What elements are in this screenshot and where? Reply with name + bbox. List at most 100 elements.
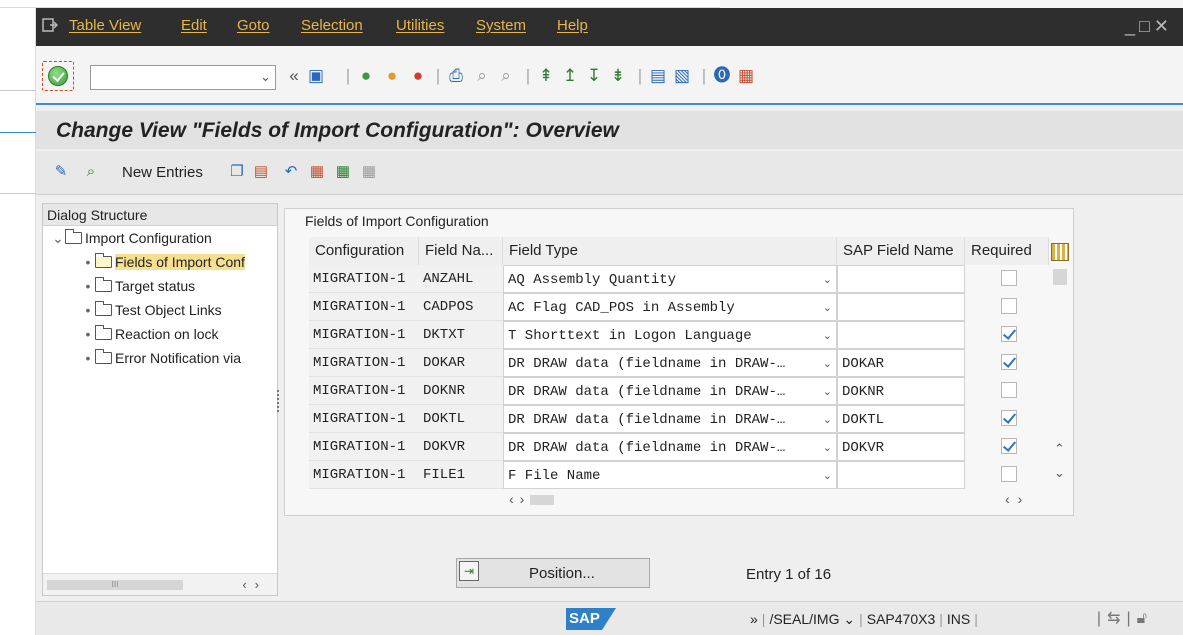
unlock-icon[interactable]: 🔓︎: [1137, 610, 1153, 627]
next-page-icon[interactable]: ↧: [584, 66, 604, 86]
menu-help[interactable]: Help: [557, 17, 588, 34]
maximize-icon[interactable]: □: [1139, 16, 1154, 36]
menu-edit[interactable]: Edit: [181, 17, 207, 34]
sap-field-name-input[interactable]: DOKAR: [837, 349, 965, 377]
command-field[interactable]: ⌄: [90, 65, 276, 90]
minimize-icon[interactable]: _: [1125, 16, 1139, 36]
table-row[interactable]: MIGRATION-1 DOKNR DR DRAW data (fieldname …: [309, 377, 1049, 405]
chevron-down-icon[interactable]: ⌄: [823, 350, 832, 376]
required-checkbox[interactable]: [1001, 326, 1017, 342]
chevron-down-icon[interactable]: ⌄: [823, 294, 832, 320]
required-checkbox[interactable]: [1001, 438, 1017, 454]
sap-field-name-input[interactable]: [837, 265, 965, 293]
column-header-sap-field-name[interactable]: SAP Field Name: [837, 237, 965, 265]
field-type-select[interactable]: DR DRAW data (fieldname in DRAW-… ⌄: [503, 377, 837, 405]
menu-utilities[interactable]: Utilities: [396, 17, 444, 34]
undo-icon[interactable]: ↶: [282, 163, 300, 181]
splitter-handle[interactable]: [276, 388, 280, 418]
menu-goto[interactable]: Goto: [237, 17, 270, 34]
chevron-down-icon[interactable]: ⌄: [260, 69, 271, 85]
table-row[interactable]: MIGRATION-1 CADPOS AC Flag CAD_POS in Asse…: [309, 293, 1049, 321]
sap-field-name-input[interactable]: DOKNR: [837, 377, 965, 405]
menu-system[interactable]: System: [476, 17, 526, 34]
last-page-icon[interactable]: ⇟: [608, 66, 628, 86]
tree-node-reaction-on-lock[interactable]: • Reaction on lock: [81, 325, 219, 348]
display-other-icon[interactable]: ⌕: [82, 163, 100, 181]
scrollbar-thumb[interactable]: [1053, 269, 1067, 285]
sap-field-name-input[interactable]: [837, 461, 965, 489]
scrollbar-thumb[interactable]: III: [47, 580, 183, 590]
table-settings-icon[interactable]: [1051, 243, 1069, 261]
new-session-icon[interactable]: ▤: [648, 66, 668, 86]
field-type-select[interactable]: AQ Assembly Quantity ⌄: [503, 265, 837, 293]
chevron-down-icon[interactable]: ⌄: [823, 378, 832, 404]
input-mode[interactable]: INS: [947, 611, 970, 627]
dialog-horizontal-scrollbar[interactable]: III ‹›: [43, 573, 277, 595]
tree-node-target-status[interactable]: • Target status: [81, 277, 195, 300]
layout-icon[interactable]: ⇆: [1107, 610, 1126, 627]
back-icon[interactable]: ●: [356, 66, 376, 86]
field-type-select[interactable]: T Shorttext in Logon Language ⌄: [503, 321, 837, 349]
required-checkbox[interactable]: [1001, 298, 1017, 314]
required-checkbox[interactable]: [1001, 354, 1017, 370]
required-checkbox[interactable]: [1001, 466, 1017, 482]
table-row[interactable]: MIGRATION-1 ANZAHL AQ Assembly Quantity ⌄: [309, 265, 1049, 293]
column-header-field-name[interactable]: Field Na...: [419, 237, 503, 265]
chevron-down-icon[interactable]: ⌄: [823, 434, 832, 460]
table-row[interactable]: MIGRATION-1 DOKTL DR DRAW data (fieldname …: [309, 405, 1049, 433]
chevron-down-icon[interactable]: ⌄: [843, 611, 855, 627]
deselect-all-icon[interactable]: ▦: [360, 163, 378, 181]
menu-selection[interactable]: Selection: [301, 17, 363, 34]
menu-table-view[interactable]: Table View: [69, 17, 141, 34]
sap-field-name-input[interactable]: DOKVR: [837, 433, 965, 461]
required-checkbox[interactable]: [1001, 410, 1017, 426]
help-icon[interactable]: ⓿: [712, 66, 732, 86]
close-icon[interactable]: ✕: [1154, 16, 1173, 36]
column-header-field-type[interactable]: Field Type: [503, 237, 837, 265]
chevron-down-icon[interactable]: ⌄: [823, 462, 832, 488]
table-row[interactable]: MIGRATION-1 DOKAR DR DRAW data (fieldname …: [309, 349, 1049, 377]
table-horizontal-scrollbar[interactable]: ‹›: [509, 491, 555, 507]
select-all-icon[interactable]: ▦: [308, 163, 326, 181]
exit-icon[interactable]: ●: [382, 66, 402, 86]
previous-page-icon[interactable]: ↥: [560, 66, 580, 86]
sap-field-name-input[interactable]: [837, 321, 965, 349]
tree-node-fields-of-import[interactable]: • Fields of Import Conf: [81, 253, 245, 276]
sap-field-name-input[interactable]: DOKTL: [837, 405, 965, 433]
field-type-select[interactable]: F File Name ⌄: [503, 461, 837, 489]
transaction-code[interactable]: /SEAL/IMG: [769, 611, 839, 627]
field-type-select[interactable]: AC Flag CAD_POS in Assembly ⌄: [503, 293, 837, 321]
display-change-icon[interactable]: ✎: [52, 163, 70, 181]
new-entries-button[interactable]: New Entries: [122, 164, 203, 181]
column-header-required[interactable]: Required: [965, 237, 1049, 265]
required-checkbox[interactable]: [1001, 382, 1017, 398]
chevron-down-icon[interactable]: ⌄: [51, 230, 65, 247]
cancel-icon[interactable]: ●: [408, 66, 428, 86]
scrollbar-thumb[interactable]: [530, 495, 555, 506]
scroll-up-icon[interactable]: ⌃: [1054, 441, 1065, 457]
shortcut-icon[interactable]: ▧: [672, 66, 692, 86]
position-button[interactable]: ⇥ Position...: [456, 558, 650, 588]
customize-layout-icon[interactable]: ▦: [736, 66, 756, 86]
find-next-icon[interactable]: ⌕: [496, 66, 516, 86]
table-vertical-scrollbar[interactable]: ⌃ ⌄: [1051, 269, 1069, 489]
table-horizontal-scroll-arrows[interactable]: ‹›: [1005, 491, 1030, 507]
find-icon[interactable]: ⌕: [472, 66, 492, 86]
table-row[interactable]: MIGRATION-1 DOKVR DR DRAW data (fieldname …: [309, 433, 1049, 461]
column-header-configuration[interactable]: Configuration: [309, 237, 419, 265]
copy-icon[interactable]: ❐: [228, 163, 246, 181]
chevron-down-icon[interactable]: ⌄: [823, 322, 832, 348]
save-icon[interactable]: ▣: [306, 66, 326, 86]
first-page-icon[interactable]: ⇞: [536, 66, 556, 86]
tree-node-test-object-links[interactable]: • Test Object Links: [81, 301, 222, 324]
chevron-down-icon[interactable]: ⌄: [823, 406, 832, 432]
tree-node-error-notification[interactable]: • Error Notification via: [81, 349, 241, 372]
print-icon[interactable]: ⎙: [446, 66, 466, 86]
table-row[interactable]: MIGRATION-1 FILE1 F File Name ⌄: [309, 461, 1049, 489]
sap-field-name-input[interactable]: [837, 293, 965, 321]
field-type-select[interactable]: DR DRAW data (fieldname in DRAW-… ⌄: [503, 349, 837, 377]
field-type-select[interactable]: DR DRAW data (fieldname in DRAW-… ⌄: [503, 433, 837, 461]
tree-node-import-configuration[interactable]: ⌄ Import Configuration: [51, 229, 212, 252]
double-chevron-left-icon[interactable]: «: [284, 66, 304, 86]
scroll-arrows-icon[interactable]: ‹›: [242, 577, 267, 592]
